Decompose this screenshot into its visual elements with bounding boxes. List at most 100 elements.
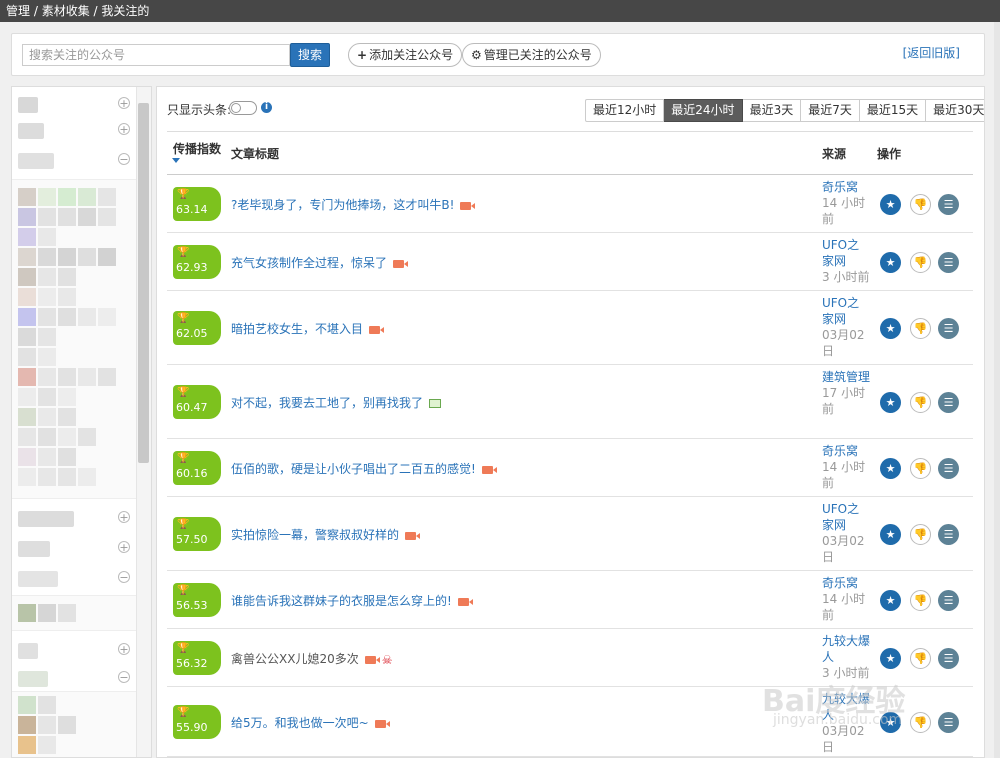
star-icon[interactable]: ★ (880, 194, 901, 215)
range-3d-button[interactable]: 最近3天 (742, 99, 802, 122)
table-row: 🏆 62.05 暗拍艺校女生，不堪入目 UFO之家网 03月02日 ★ 👎 ☰ (167, 291, 973, 365)
list-icon[interactable]: ☰ (938, 590, 959, 611)
thumbs-down-icon[interactable]: 👎 (910, 524, 931, 545)
sidebar-group-row[interactable]: + (12, 505, 136, 531)
blurred-account-name (18, 97, 38, 113)
sidebar-group-row[interactable]: + (12, 117, 136, 143)
column-header-score[interactable]: 传播指数 (173, 140, 221, 157)
expand-icon[interactable]: + (118, 541, 130, 554)
expand-icon[interactable]: + (118, 123, 130, 136)
star-icon[interactable]: ★ (880, 712, 901, 733)
collapse-icon[interactable]: − (118, 671, 130, 684)
thumbs-down-icon[interactable]: 👎 (910, 392, 931, 413)
blurred-account-name (18, 511, 74, 527)
back-to-old-version-link[interactable]: [返回旧版] (903, 44, 960, 61)
source-time: 03月02日 (822, 724, 865, 754)
list-icon[interactable]: ☰ (938, 318, 959, 339)
table-row: 🏆 62.93 充气女孩制作全过程，惊呆了 UFO之家网 3 小时前 ★ 👎 ☰ (167, 233, 973, 291)
expand-icon[interactable]: + (118, 97, 130, 110)
article-title-link[interactable]: 对不起，我要去工地了，别再找我了 (231, 394, 442, 411)
source-name-link[interactable]: 奇乐窝 (822, 179, 870, 195)
range-24h-button[interactable]: 最近24小时 (664, 99, 743, 122)
thumbs-down-icon[interactable]: 👎 (910, 318, 931, 339)
source-name-link[interactable]: 奇乐窝 (822, 443, 870, 459)
list-icon[interactable]: ☰ (938, 712, 959, 733)
thumbs-down-icon[interactable]: 👎 (910, 458, 931, 479)
range-15d-button[interactable]: 最近15天 (859, 99, 927, 122)
range-7d-button[interactable]: 最近7天 (801, 99, 860, 122)
score-badge: 🏆 62.05 (173, 311, 221, 345)
star-icon[interactable]: ★ (880, 590, 901, 611)
thumbs-down-icon[interactable]: 👎 (910, 648, 931, 669)
info-icon[interactable]: i (261, 102, 272, 113)
range-30d-button[interactable]: 最近30天 (926, 99, 984, 122)
source-cell: UFO之家网 03月02日 (822, 501, 870, 565)
article-title-link[interactable]: 充气女孩制作全过程，惊呆了 (231, 254, 409, 271)
sidebar-group-row[interactable]: + (12, 91, 136, 117)
star-icon[interactable]: ★ (880, 648, 901, 669)
source-name-link[interactable]: UFO之家网 (822, 501, 870, 533)
article-title-link[interactable]: 谁能告诉我这群妹子的衣服是怎么穿上的! (231, 592, 473, 609)
collapse-icon[interactable]: − (118, 571, 130, 584)
expand-icon[interactable]: + (118, 511, 130, 524)
source-cell: 九较大爆人 3 小时前 (822, 633, 870, 681)
toggle-knob (231, 103, 241, 113)
star-icon[interactable]: ★ (880, 524, 901, 545)
star-icon[interactable]: ★ (880, 318, 901, 339)
list-icon[interactable]: ☰ (938, 194, 959, 215)
source-name-link[interactable]: 九较大爆人 (822, 691, 870, 723)
star-icon[interactable]: ★ (880, 392, 901, 413)
collapse-icon[interactable]: − (118, 153, 130, 166)
source-name-link[interactable]: UFO之家网 (822, 237, 870, 269)
table-row: 🏆 56.53 谁能告诉我这群妹子的衣服是怎么穿上的! 奇乐窝 14 小时前 ★ 👎 ☰ (167, 571, 973, 629)
sidebar-group-row[interactable]: − (12, 565, 136, 591)
article-title-link[interactable]: 暗拍艺校女生，不堪入目 (231, 320, 385, 337)
page-scrollbar[interactable] (994, 22, 1000, 758)
thumbs-down-icon[interactable]: 👎 (910, 590, 931, 611)
video-tag-icon (405, 531, 421, 540)
list-icon[interactable]: ☰ (938, 524, 959, 545)
breadcrumb-item-manage[interactable]: 管理 (6, 4, 30, 18)
video-tag-icon (374, 719, 390, 728)
source-cell: UFO之家网 03月02日 (822, 295, 870, 359)
search-input[interactable] (22, 44, 290, 66)
article-title-link[interactable]: ?老毕现身了，专门为他捧场，这才叫牛B! (231, 196, 476, 213)
list-icon[interactable]: ☰ (938, 252, 959, 273)
source-name-link[interactable]: 九较大爆人 (822, 633, 870, 665)
score-value: 63.14 (176, 203, 208, 216)
article-title-link[interactable]: 禽兽公公XX儿媳20多次 ☠ (231, 650, 392, 667)
list-icon[interactable]: ☰ (938, 458, 959, 479)
article-title-link[interactable]: 给5万。和我也做一次吧~ (231, 714, 390, 731)
source-name-link[interactable]: 建筑管理 (822, 369, 870, 385)
video-tag-icon (393, 259, 409, 268)
add-account-button[interactable]: + 添加关注公众号 (348, 43, 463, 67)
article-title-link[interactable]: 实拍惊险一幕，警察叔叔好样的 (231, 526, 421, 543)
manage-accounts-button[interactable]: ⚙ 管理已关注的公众号 (462, 43, 601, 67)
sidebar-group-row[interactable]: − (12, 665, 136, 691)
blurred-account-name (18, 153, 54, 169)
sidebar-group-row[interactable]: + (12, 637, 136, 663)
sidebar-group-row[interactable]: − (12, 147, 136, 173)
range-12h-button[interactable]: 最近12小时 (585, 99, 665, 122)
sidebar-sublist (12, 595, 136, 631)
source-time: 14 小时前 (822, 196, 866, 226)
thumbs-down-icon[interactable]: 👎 (910, 252, 931, 273)
thumbs-down-icon[interactable]: 👎 (910, 712, 931, 733)
star-icon[interactable]: ★ (880, 252, 901, 273)
sidebar-scrollbar-thumb[interactable] (138, 103, 149, 463)
source-name-link[interactable]: 奇乐窝 (822, 575, 870, 591)
list-icon[interactable]: ☰ (938, 648, 959, 669)
search-button[interactable]: 搜索 (290, 43, 330, 67)
thumbs-down-icon[interactable]: 👎 (910, 194, 931, 215)
trophy-icon: 🏆 (177, 453, 190, 464)
video-tag-icon (457, 597, 473, 606)
list-icon[interactable]: ☰ (938, 392, 959, 413)
star-icon[interactable]: ★ (880, 458, 901, 479)
headline-only-toggle[interactable] (229, 101, 257, 115)
source-name-link[interactable]: UFO之家网 (822, 295, 870, 327)
article-title-link[interactable]: 伍佰的歌，硬是让小伙子唱出了二百五的感觉! (231, 460, 497, 477)
expand-icon[interactable]: + (118, 643, 130, 656)
sidebar-group-row[interactable]: + (12, 535, 136, 561)
time-range-group: 最近12小时 最近24小时 最近3天 最近7天 最近15天 最近30天 (585, 99, 984, 122)
breadcrumb-item-collect[interactable]: 素材收集 (42, 4, 90, 18)
